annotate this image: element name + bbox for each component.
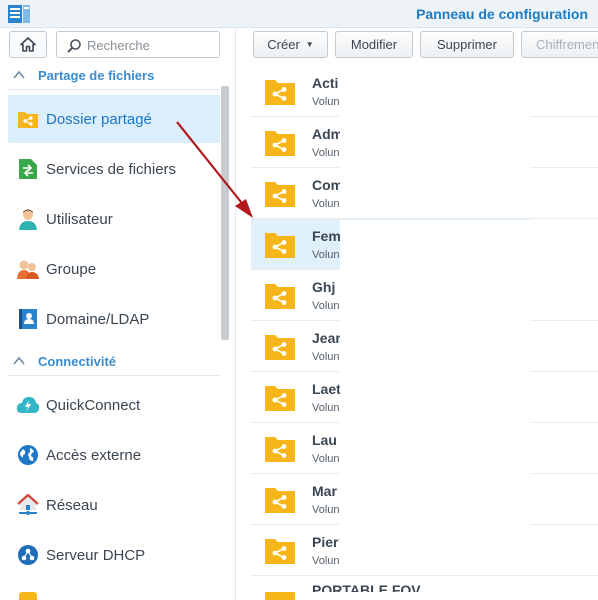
folder-name: Adm bbox=[312, 126, 340, 142]
home-icon bbox=[20, 37, 36, 52]
sidebar-item-file-services[interactable]: Services de fichiers bbox=[8, 145, 220, 193]
chevron-down-icon: ▼ bbox=[305, 40, 314, 49]
home-button[interactable] bbox=[9, 31, 47, 58]
partial-sidebar-icon bbox=[18, 591, 38, 600]
shared-folder-icon bbox=[265, 437, 295, 462]
create-label: Créer bbox=[267, 37, 300, 52]
sidebar-item-label: Services de fichiers bbox=[46, 160, 177, 178]
encrypt-button[interactable]: Chiffremen bbox=[521, 31, 598, 58]
folder-location: Volun bbox=[312, 198, 340, 210]
encrypt-label: Chiffremen bbox=[536, 37, 598, 52]
folder-location: Volun bbox=[312, 402, 340, 414]
network-icon bbox=[16, 493, 40, 517]
folder-location: Volun bbox=[312, 453, 340, 465]
chevron-up-icon bbox=[13, 356, 25, 365]
chevron-up-icon bbox=[13, 70, 25, 79]
list-blank-area bbox=[340, 64, 530, 214]
delete-label: Supprimer bbox=[437, 37, 497, 52]
folder-name: Jear bbox=[312, 330, 340, 346]
sidebar-item-label: Réseau bbox=[46, 496, 98, 514]
folder-location: Volun bbox=[312, 249, 340, 261]
divider bbox=[8, 375, 220, 376]
user-icon bbox=[16, 207, 40, 231]
sidebar-item-dhcp-server[interactable]: Serveur DHCP bbox=[8, 531, 220, 579]
folder-location: Volun bbox=[312, 555, 340, 567]
section-header-file-sharing[interactable]: Partage de fichiers bbox=[12, 65, 154, 85]
shared-folder-icon bbox=[265, 335, 295, 360]
sidebar-item-label: Domaine/LDAP bbox=[46, 310, 150, 328]
sidebar: Partage de fichiers Dossier partagé Serv… bbox=[0, 28, 236, 600]
shared-folder-icon bbox=[265, 488, 295, 513]
partial-list-item-name: PORTABLE FOV bbox=[312, 582, 421, 592]
folder-name: Pier bbox=[312, 534, 339, 550]
shared-folder-icon bbox=[16, 107, 40, 131]
modify-label: Modifier bbox=[350, 37, 398, 52]
folder-name: Fem bbox=[312, 228, 340, 244]
sidebar-item-network[interactable]: Réseau bbox=[8, 481, 220, 529]
sidebar-item-label: Utilisateur bbox=[46, 210, 113, 228]
shared-folder-icon bbox=[265, 386, 295, 411]
search-field[interactable] bbox=[56, 31, 220, 58]
folder-location: Volun bbox=[312, 504, 340, 516]
external-access-icon bbox=[16, 443, 40, 467]
folder-name: Ghj bbox=[312, 279, 336, 295]
sidebar-item-group[interactable]: Groupe bbox=[8, 245, 220, 293]
sidebar-item-label: Serveur DHCP bbox=[46, 546, 146, 564]
sidebar-item-quickconnect[interactable]: QuickConnect bbox=[8, 381, 220, 429]
delete-button[interactable]: Supprimer bbox=[420, 31, 514, 58]
section-label: Partage de fichiers bbox=[38, 67, 155, 83]
sidebar-item-user[interactable]: Utilisateur bbox=[8, 195, 220, 243]
modify-button[interactable]: Modifier bbox=[335, 31, 413, 58]
folder-name: Com bbox=[312, 177, 340, 193]
sidebar-item-domain-ldap[interactable]: Domaine/LDAP bbox=[8, 295, 220, 343]
search-input[interactable] bbox=[87, 35, 215, 55]
sidebar-scrollbar[interactable] bbox=[221, 86, 229, 340]
sidebar-item-label: Groupe bbox=[46, 260, 97, 278]
folder-location: Volun bbox=[312, 351, 340, 363]
file-services-icon bbox=[16, 157, 40, 181]
folder-name: Acti bbox=[312, 75, 339, 91]
shared-folder-icon bbox=[265, 539, 295, 564]
shared-folder-icon bbox=[265, 80, 295, 105]
shared-folder-icon bbox=[265, 131, 295, 156]
quickconnect-icon bbox=[16, 393, 40, 417]
dhcp-server-icon bbox=[16, 543, 40, 567]
group-icon bbox=[16, 257, 40, 281]
folder-name: Laet bbox=[312, 381, 340, 397]
list-blank-area bbox=[340, 220, 530, 271]
section-header-connectivity[interactable]: Connectivité bbox=[12, 351, 116, 371]
toolbar: Créer ▼ Modifier Supprimer Chiffremen bbox=[236, 28, 598, 64]
divider bbox=[8, 89, 220, 90]
create-button[interactable]: Créer ▼ bbox=[253, 31, 328, 58]
search-icon bbox=[67, 39, 81, 53]
sidebar-item-label: Dossier partagé bbox=[46, 110, 152, 128]
dsm-logo-icon[interactable] bbox=[8, 4, 32, 24]
shared-folder-icon bbox=[265, 233, 295, 258]
sidebar-item-external-access[interactable]: Accès externe bbox=[8, 431, 220, 479]
sidebar-item-label: QuickConnect bbox=[46, 396, 141, 414]
section-label: Connectivité bbox=[38, 353, 117, 369]
row-blank bbox=[530, 219, 598, 270]
shared-folder-icon bbox=[265, 284, 295, 309]
window-title: Panneau de configuration bbox=[416, 6, 588, 22]
folder-name: Mar bbox=[312, 483, 337, 499]
folder-location: Volun bbox=[312, 147, 340, 159]
list-blank-area bbox=[340, 271, 530, 575]
title-bar: Panneau de configuration bbox=[0, 0, 598, 28]
shared-folder-icon bbox=[265, 592, 295, 600]
folder-location: Volun bbox=[312, 96, 340, 108]
folder-location: Volun bbox=[312, 300, 340, 312]
shared-folder-icon bbox=[265, 182, 295, 207]
sidebar-item-shared-folder[interactable]: Dossier partagé bbox=[8, 95, 220, 143]
sidebar-item-label: Accès externe bbox=[46, 446, 142, 464]
folder-name: Lau bbox=[312, 432, 337, 448]
domain-ldap-icon bbox=[16, 307, 40, 331]
